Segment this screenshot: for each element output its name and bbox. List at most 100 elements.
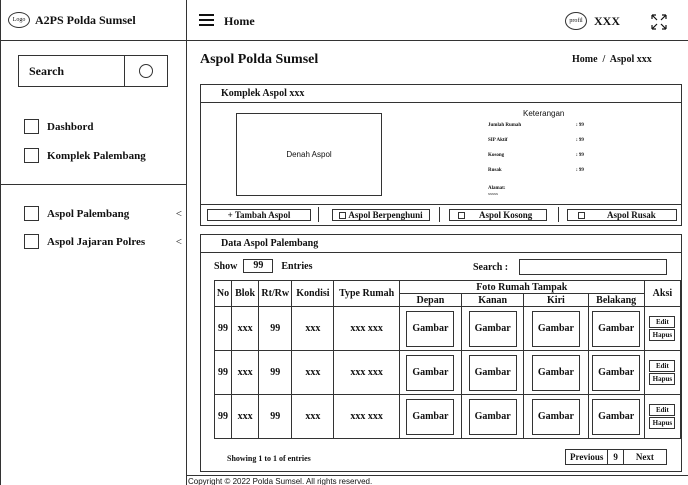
entries-label: Entries: [281, 260, 313, 272]
edit-button[interactable]: Edit: [649, 404, 676, 416]
user-name[interactable]: XXX: [594, 14, 620, 29]
page-title: Aspol Polda Sumsel: [200, 52, 319, 67]
cell-no: 99: [213, 306, 233, 351]
photo-kiri[interactable]: Gambar: [531, 398, 580, 435]
footer-line: [186, 475, 688, 476]
button-label: Aspol Berpenghuni: [348, 210, 423, 220]
aspol-kosong-button[interactable]: Aspol Kosong: [449, 209, 547, 221]
fullscreen-icon[interactable]: [651, 14, 667, 30]
entries-select[interactable]: 99: [243, 259, 274, 273]
photo-kanan[interactable]: Gambar: [468, 310, 517, 347]
table-row: 99 xxx 99 xxx xxx xxx Gambar Gambar Gamb…: [213, 306, 682, 351]
cell-no: 99: [213, 350, 233, 395]
sidebar-item-label: Aspol Jajaran Polres: [47, 235, 146, 248]
profile-avatar[interactable]: profil: [565, 12, 587, 30]
photo-depan[interactable]: Gambar: [406, 310, 455, 347]
button-separator: [318, 207, 319, 222]
cell-blok: xxx: [231, 306, 260, 351]
col-no[interactable]: No: [213, 280, 233, 307]
checkbox-icon: [458, 211, 465, 219]
chevron-left-icon[interactable]: <: [176, 236, 182, 248]
tambah-aspol-button[interactable]: + Tambah Aspol: [207, 209, 311, 221]
cell-rtrw: 99: [258, 394, 293, 439]
photo-kanan[interactable]: Gambar: [468, 398, 517, 435]
search-icon: [139, 64, 153, 78]
nav-home[interactable]: Home: [224, 14, 255, 29]
sidebar-item-label: Aspol Palembang: [47, 207, 130, 220]
search-input[interactable]: Search: [19, 56, 125, 86]
keterangan-row: Jumlah Rumah: 99: [488, 123, 584, 128]
photo-kanan[interactable]: Gambar: [468, 354, 517, 391]
keterangan-row: Rusak: 99: [488, 168, 584, 173]
col-foto-rumah: Foto Rumah Tampak: [398, 280, 645, 294]
col-aksi: Aksi: [643, 280, 682, 307]
keterangan-row: Kosong: 99: [488, 153, 584, 158]
data-table: No Blok Rt/Rw Kondisi Type Rumah Foto Ru…: [213, 280, 682, 439]
komplek-card: Komplek Aspol xxx Denah Aspol Keterangan…: [200, 84, 682, 226]
cell-type: xxx xxx: [333, 350, 400, 395]
square-icon: [24, 206, 39, 221]
button-label: Aspol Kosong: [479, 210, 533, 220]
brand[interactable]: Logo A2PS Polda Sumsel: [8, 12, 136, 28]
col-blok[interactable]: Blok: [231, 280, 260, 307]
hapus-button[interactable]: Hapus: [649, 373, 676, 385]
app-title: A2PS Polda Sumsel: [35, 12, 136, 27]
aspol-berpenghuni-button[interactable]: Aspol Berpenghuni: [332, 209, 430, 221]
sidebar-divider: [186, 0, 187, 485]
data-card-header: Data Aspol Palembang: [201, 235, 681, 253]
table-search-label: Search :: [473, 262, 509, 273]
cell-rtrw: 99: [258, 350, 293, 395]
sidebar-search[interactable]: Search: [18, 55, 168, 87]
denah-aspol[interactable]: Denah Aspol: [236, 113, 382, 196]
sidebar-item-komplek-palembang[interactable]: Komplek Palembang: [24, 148, 146, 163]
aspol-rusak-button[interactable]: Aspol Rusak: [567, 209, 677, 221]
logo: Logo: [8, 12, 30, 28]
sidebar-item-aspol-jajaran-polres[interactable]: Aspol Jajaran Polres <: [24, 234, 182, 249]
cell-no: 99: [213, 394, 233, 439]
edit-button[interactable]: Edit: [649, 316, 676, 328]
sidebar-section-divider: [0, 184, 186, 185]
edit-button[interactable]: Edit: [649, 360, 676, 372]
table-search-input[interactable]: [519, 259, 667, 275]
cell-kondisi: xxx: [291, 394, 335, 439]
photo-kiri[interactable]: Gambar: [531, 354, 580, 391]
pagination: Previous 9 Next: [565, 449, 667, 465]
hamburger-icon[interactable]: [199, 14, 214, 26]
col-depan: Depan: [398, 293, 463, 307]
data-card: Data Aspol Palembang Show 99 Entries Sea…: [200, 234, 682, 472]
cell-blok: xxx: [231, 394, 260, 439]
footer-copyright: Copyright © 2022 Polda Sumsel. All right…: [188, 477, 373, 485]
hapus-button[interactable]: Hapus: [649, 329, 676, 341]
cell-kondisi: xxx: [291, 306, 335, 351]
cell-rtrw: 99: [258, 306, 293, 351]
page-number[interactable]: 9: [608, 450, 624, 464]
keterangan-list: Jumlah Rumah: 99 SIP Aktif: 99 Kosong: 9…: [488, 123, 608, 196]
sidebar-item-dashbord[interactable]: Dashbord: [24, 119, 93, 134]
col-type-rumah[interactable]: Type Rumah: [333, 280, 400, 307]
photo-kiri[interactable]: Gambar: [531, 310, 580, 347]
search-button[interactable]: [125, 56, 167, 86]
header-bottom-line: [0, 40, 688, 41]
sidebar-item-aspol-palembang[interactable]: Aspol Palembang <: [24, 206, 182, 221]
photo-belakang[interactable]: Gambar: [592, 354, 641, 391]
page-left-edge: [0, 0, 1, 485]
hapus-button[interactable]: Hapus: [649, 417, 676, 429]
breadcrumb[interactable]: Home / Aspol xxx: [572, 54, 652, 65]
col-rtrw[interactable]: Rt/Rw: [258, 280, 293, 307]
komplek-card-header: Komplek Aspol xxx: [201, 85, 681, 103]
photo-depan[interactable]: Gambar: [406, 354, 455, 391]
sidebar-item-label: Komplek Palembang: [47, 149, 146, 162]
photo-belakang[interactable]: Gambar: [592, 310, 641, 347]
next-button[interactable]: Next: [624, 450, 666, 464]
button-separator: [439, 207, 440, 222]
cell-kondisi: xxx: [291, 350, 335, 395]
col-kondisi[interactable]: Kondisi: [291, 280, 335, 307]
sidebar-item-label: Dashbord: [47, 120, 94, 133]
photo-depan[interactable]: Gambar: [406, 398, 455, 435]
showing-entries: Showing 1 to 1 of entries: [227, 454, 311, 463]
photo-belakang[interactable]: Gambar: [592, 398, 641, 435]
cell-type: xxx xxx: [333, 394, 400, 439]
checkbox-icon: [578, 211, 585, 219]
previous-button[interactable]: Previous: [566, 450, 609, 464]
chevron-left-icon[interactable]: <: [176, 208, 182, 220]
